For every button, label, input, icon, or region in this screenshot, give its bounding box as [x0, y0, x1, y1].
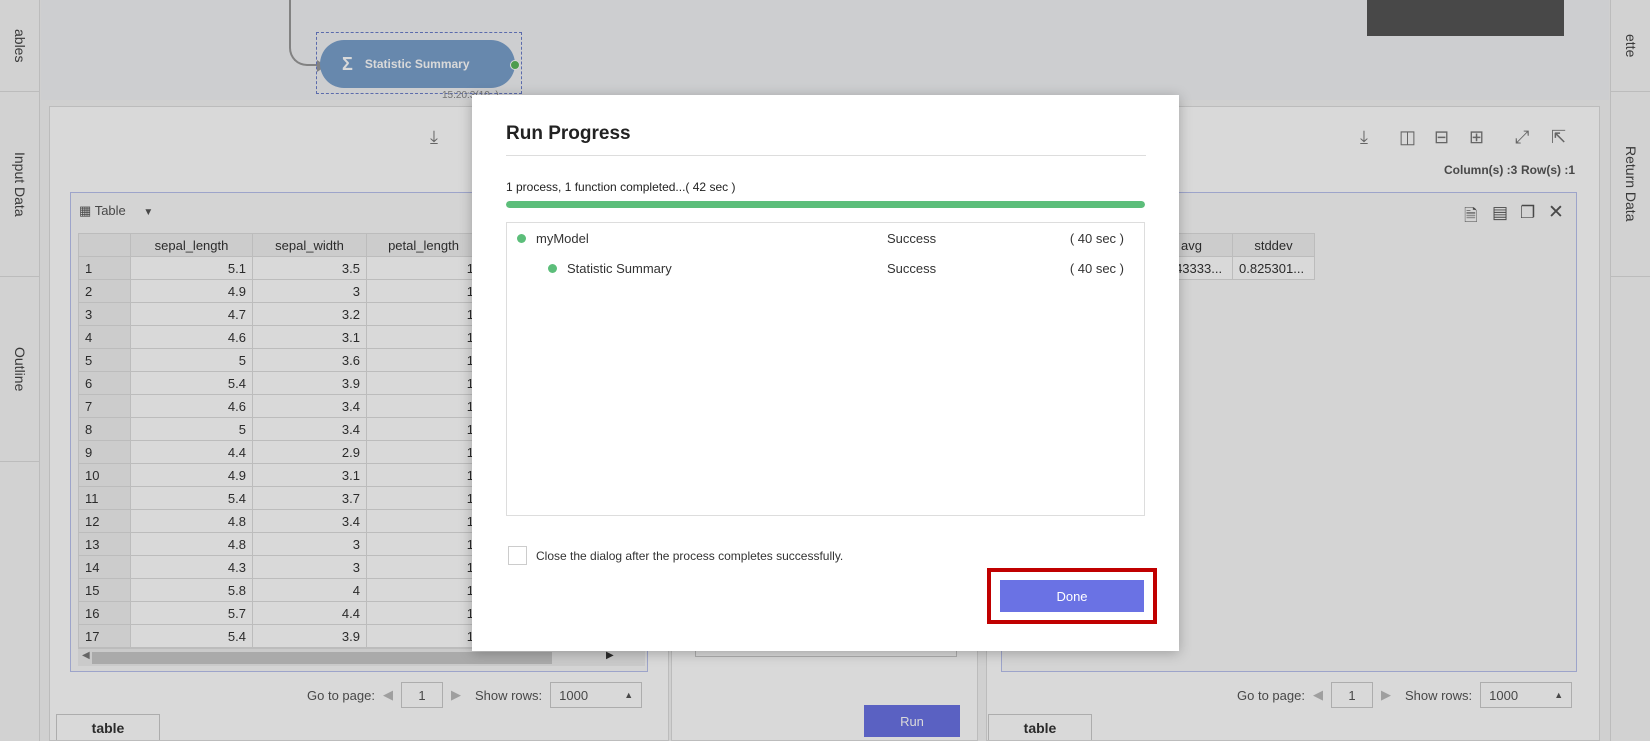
- auto-close-label: Close the dialog after the process compl…: [536, 548, 844, 563]
- process-name: Statistic Summary: [567, 260, 672, 276]
- dialog-title: Run Progress: [506, 123, 631, 144]
- done-button[interactable]: Done: [1000, 580, 1144, 612]
- auto-close-option[interactable]: Close the dialog after the process compl…: [508, 546, 843, 565]
- title-divider: [506, 155, 1146, 156]
- process-row: myModel Success ( 40 sec ): [507, 225, 1144, 251]
- process-row: Statistic Summary Success ( 40 sec ): [507, 255, 1144, 281]
- progress-bar: [506, 201, 1145, 208]
- success-status-icon: [548, 263, 557, 273]
- process-duration: ( 40 sec ): [1069, 260, 1124, 276]
- process-status: Success: [887, 230, 937, 246]
- process-name: myModel: [536, 230, 589, 246]
- progress-bar-fill: [506, 201, 1145, 208]
- run-progress-dialog: Run Progress 1 process, 1 function compl…: [472, 95, 1179, 651]
- process-list: myModel Success( 40 sec ) Statistic Summar…: [506, 222, 1145, 516]
- success-status-icon: [517, 233, 526, 243]
- progress-status-text: 1 process, 1 function completed...( 42 s…: [506, 180, 736, 194]
- process-status: Success: [887, 260, 937, 276]
- process-duration: ( 40 sec ): [1069, 230, 1124, 246]
- auto-close-checkbox[interactable]: [508, 546, 527, 565]
